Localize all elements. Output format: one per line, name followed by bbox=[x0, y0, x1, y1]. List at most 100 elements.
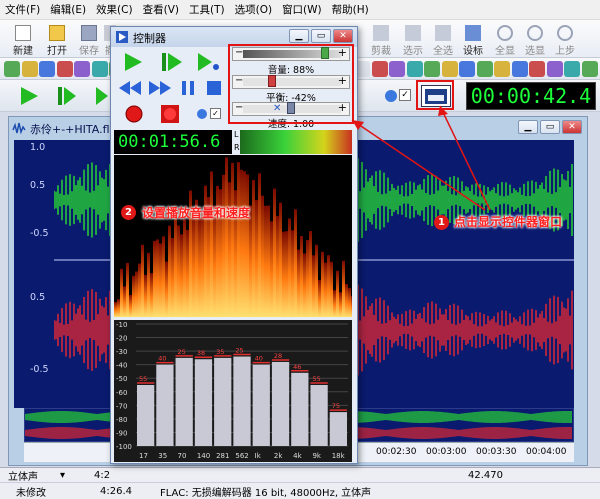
effect-tool-icon[interactable] bbox=[56, 61, 73, 77]
play-selection-icon[interactable] bbox=[56, 85, 78, 107]
ctrl-rewind-icon[interactable] bbox=[118, 80, 142, 96]
effect-tool-icon[interactable] bbox=[529, 61, 545, 77]
ctrl-forward-icon[interactable] bbox=[148, 80, 172, 96]
ctrl-play-selection-icon[interactable] bbox=[160, 52, 184, 72]
doc-maximize-button[interactable]: ▭ bbox=[540, 120, 560, 134]
prev-step-label: 上步 bbox=[555, 46, 575, 57]
set-marker-button[interactable]: 设标 bbox=[458, 21, 488, 57]
menu-4[interactable]: 工具(T) bbox=[184, 2, 230, 17]
spectrogram-column bbox=[318, 279, 321, 317]
spectrogram-column bbox=[222, 174, 225, 317]
effect-tool-icon[interactable] bbox=[406, 61, 423, 77]
effect-tool-icon[interactable] bbox=[424, 61, 440, 77]
ctrl-record-selection-icon[interactable] bbox=[160, 104, 180, 124]
effect-tool-icon[interactable] bbox=[39, 61, 55, 77]
spectrogram-column bbox=[165, 261, 168, 317]
menu-2[interactable]: 效果(C) bbox=[91, 2, 138, 17]
ctrl-record-icon[interactable] bbox=[124, 104, 144, 124]
effect-tool-icon[interactable] bbox=[564, 61, 580, 77]
spectrogram-column bbox=[300, 235, 303, 317]
effect-tool-icon[interactable] bbox=[389, 61, 405, 77]
effect-tool-icon[interactable] bbox=[546, 61, 563, 77]
menu-3[interactable]: 查看(V) bbox=[138, 2, 184, 17]
menu-6[interactable]: 窗口(W) bbox=[277, 2, 327, 17]
spectrogram-column bbox=[282, 231, 285, 317]
y-label-top-05: 0.5 bbox=[30, 180, 46, 191]
spectrogram-column bbox=[273, 188, 276, 317]
show-all-button[interactable]: 全显 bbox=[490, 21, 520, 57]
bar-17 bbox=[137, 385, 155, 446]
ctrl-play-to-end-icon[interactable] bbox=[196, 52, 220, 72]
doc-close-button[interactable]: ✕ bbox=[562, 120, 582, 134]
controller-maximize-button[interactable]: ▭ bbox=[311, 29, 331, 43]
spectrogram-column bbox=[147, 252, 150, 317]
controller-close-button[interactable]: ✕ bbox=[333, 29, 353, 43]
ctrl-record-checkbox[interactable]: ✓ bbox=[210, 108, 221, 119]
spectrogram-column bbox=[315, 244, 318, 317]
effect-tool-icon[interactable] bbox=[476, 61, 493, 77]
step-2-annotation: 设置播放音量和速度 bbox=[142, 206, 251, 220]
effect-tool-icon[interactable] bbox=[91, 61, 108, 77]
status-value-2: 42.470 bbox=[468, 469, 503, 481]
ctrl-play-icon[interactable] bbox=[122, 52, 144, 72]
effect-tool-icon[interactable] bbox=[74, 61, 90, 77]
select-all-button[interactable]: 全选 bbox=[428, 21, 458, 57]
menu-7[interactable]: 帮助(H) bbox=[327, 2, 374, 17]
open-button[interactable]: 打开 bbox=[42, 21, 72, 57]
ctrl-record-mode-icon[interactable] bbox=[196, 108, 208, 120]
show-selection-button[interactable]: 选显 bbox=[520, 21, 550, 57]
channel-mode: 立体声 bbox=[8, 471, 38, 483]
new-button[interactable]: 新建 bbox=[8, 21, 38, 57]
select-show-label: 选示 bbox=[403, 46, 423, 57]
spectrogram-column bbox=[237, 162, 240, 317]
effect-tool-icon[interactable] bbox=[4, 61, 20, 77]
bar-category-label: 17 bbox=[139, 452, 148, 460]
bar-Ik bbox=[252, 364, 270, 446]
play-loop-icon[interactable] bbox=[94, 85, 108, 107]
bar-data-label: 55 bbox=[139, 375, 147, 383]
effect-tool-icon[interactable] bbox=[511, 61, 528, 77]
prev-step-button[interactable]: 上步 bbox=[550, 21, 580, 57]
ctrl-pause-icon[interactable] bbox=[180, 80, 196, 96]
effect-tool-icon[interactable] bbox=[459, 61, 475, 77]
bar-category-label: Ik bbox=[255, 452, 262, 460]
effect-tool-icon[interactable] bbox=[21, 61, 38, 77]
menu-5[interactable]: 选项(O) bbox=[230, 2, 277, 17]
save-button[interactable]: 保存 bbox=[74, 21, 104, 57]
spectrogram-column bbox=[249, 205, 252, 317]
spectrogram-column bbox=[348, 288, 351, 317]
select-show-button[interactable]: 选示 bbox=[398, 21, 428, 57]
bar-35 bbox=[156, 364, 174, 446]
channel-dropdown-icon[interactable]: ▾ bbox=[60, 470, 70, 481]
select-all-label: 全选 bbox=[433, 46, 453, 57]
trim-button[interactable]: 剪裁 bbox=[366, 21, 396, 57]
select-all-icon bbox=[435, 25, 451, 41]
controller-minimize-button[interactable]: ▁ bbox=[289, 29, 309, 43]
bar-chart-y-tick: -30 bbox=[116, 348, 127, 356]
effect-tool-icon[interactable] bbox=[494, 61, 510, 77]
effect-tool-icon[interactable] bbox=[581, 61, 598, 77]
menu-0[interactable]: 文件(F) bbox=[0, 2, 45, 17]
status-value-1: 4:2 bbox=[94, 469, 111, 481]
ctrl-stop-icon[interactable] bbox=[206, 80, 222, 96]
spectrogram-column bbox=[246, 174, 249, 317]
spectrogram-column bbox=[210, 171, 213, 317]
menu-1[interactable]: 编辑(E) bbox=[45, 2, 91, 17]
play-icon[interactable] bbox=[18, 85, 40, 107]
spectrogram-column bbox=[330, 261, 333, 317]
spectrogram-column bbox=[162, 236, 165, 317]
spectrogram-column bbox=[339, 292, 342, 317]
y-label-bottom-m05: -0.5 bbox=[30, 364, 49, 375]
save-label: 保存 bbox=[79, 46, 99, 57]
spectrogram-column bbox=[171, 237, 174, 317]
spectrogram-column bbox=[168, 225, 171, 317]
effect-tool-icon[interactable] bbox=[371, 61, 388, 77]
bar-data-label: 55 bbox=[312, 375, 320, 383]
spectrogram-column bbox=[342, 260, 345, 317]
ruler-label-2: 00:03:00 bbox=[426, 447, 467, 457]
meter-left-label: L bbox=[234, 130, 239, 139]
bar-category-label: 35 bbox=[158, 452, 167, 460]
y-label-top-1: 1.0 bbox=[30, 142, 46, 153]
effect-tool-icon[interactable] bbox=[441, 61, 458, 77]
spectrogram-column bbox=[279, 202, 282, 317]
